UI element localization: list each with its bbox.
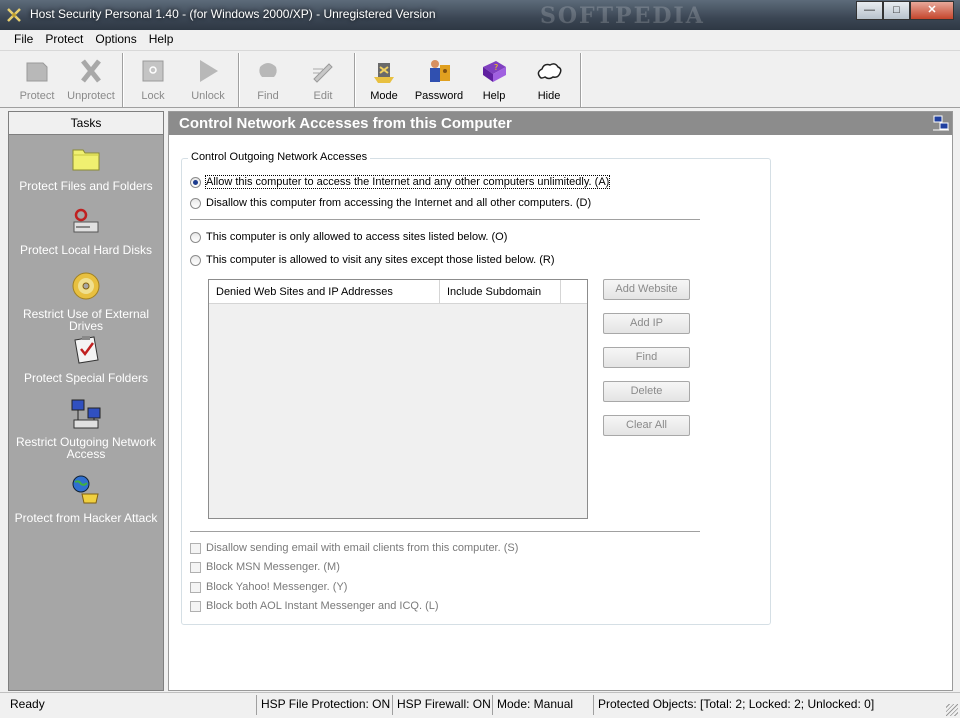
svg-text:?: ? bbox=[494, 63, 498, 72]
task-protect-disks[interactable]: Protect Local Hard Disks bbox=[9, 206, 163, 256]
checkbox[interactable] bbox=[190, 542, 201, 554]
minimize-button[interactable]: — bbox=[856, 1, 883, 20]
radio-disallow-all[interactable]: Disallow this computer from accessing th… bbox=[190, 197, 591, 209]
group-title: Control Outgoing Network Accesses bbox=[188, 151, 371, 163]
find-button[interactable]: Find bbox=[239, 55, 297, 105]
network-settings-icon[interactable] bbox=[932, 115, 950, 132]
checklist-icon bbox=[74, 336, 99, 364]
add-ip-button[interactable]: Add IP bbox=[603, 313, 690, 334]
cd-drive-icon bbox=[72, 272, 100, 300]
maximize-button[interactable]: □ bbox=[883, 1, 910, 20]
tasks-header: Tasks bbox=[9, 112, 163, 135]
close-button[interactable]: ✕ bbox=[910, 1, 954, 20]
lock-button[interactable]: Lock bbox=[124, 55, 182, 105]
password-icon bbox=[430, 60, 450, 82]
resize-grip[interactable] bbox=[946, 704, 958, 716]
globe-phone-icon bbox=[72, 475, 99, 504]
network-computers-icon bbox=[71, 399, 101, 429]
menu-options[interactable]: Options bbox=[89, 30, 142, 50]
radio-button[interactable] bbox=[190, 231, 201, 243]
unlock-button[interactable]: Unlock bbox=[179, 55, 237, 105]
hide-button[interactable]: Hide bbox=[520, 55, 578, 105]
column-header-subdomain[interactable]: Include Subdomain bbox=[440, 280, 561, 303]
checkbox[interactable] bbox=[190, 581, 201, 593]
hard-disk-icon bbox=[73, 208, 99, 233]
unprotect-button[interactable]: Unprotect bbox=[62, 55, 120, 105]
help-button[interactable]: ? Help bbox=[465, 55, 523, 105]
checkbox-block-aol-icq[interactable]: Block both AOL Instant Messenger and ICQ… bbox=[190, 600, 439, 612]
checkbox[interactable] bbox=[190, 600, 201, 612]
menu-help[interactable]: Help bbox=[143, 30, 180, 50]
mode-button[interactable]: Mode bbox=[355, 55, 413, 105]
main-panel: Control Network Accesses from this Compu… bbox=[168, 111, 953, 691]
find-icon bbox=[259, 63, 277, 77]
status-protected-objects: Protected Objects: [Total: 2; Locked: 2;… bbox=[593, 695, 874, 715]
radio-only-listed[interactable]: This computer is only allowed to access … bbox=[190, 231, 507, 243]
status-bar: Ready HSP File Protection: ON HSP Firewa… bbox=[0, 692, 960, 718]
radio-button[interactable] bbox=[190, 197, 201, 209]
checkbox-block-msn[interactable]: Block MSN Messenger. (M) bbox=[190, 561, 340, 573]
lock-icon bbox=[142, 60, 164, 82]
edit-icon bbox=[313, 63, 333, 83]
toolbar: Protect Unprotect Lock Unlock Find Edit … bbox=[0, 50, 960, 108]
protect-icon bbox=[26, 62, 48, 82]
unprotect-icon bbox=[81, 59, 101, 83]
menu-bar: File Protect Options Help bbox=[0, 30, 960, 50]
checkbox-disallow-email[interactable]: Disallow sending email with email client… bbox=[190, 542, 518, 554]
task-restrict-network[interactable]: Restrict Outgoing Network Access bbox=[9, 398, 163, 460]
radio-button[interactable] bbox=[190, 254, 201, 266]
task-hacker-attack[interactable]: Protect from Hacker Attack bbox=[9, 474, 163, 524]
menu-file[interactable]: File bbox=[8, 30, 39, 50]
clear-all-button[interactable]: Clear All bbox=[603, 415, 690, 436]
find-button-list[interactable]: Find bbox=[603, 347, 690, 368]
radio-button[interactable] bbox=[190, 176, 201, 188]
watermark-text: SOFTPEDIA bbox=[540, 3, 705, 29]
mode-icon bbox=[374, 63, 394, 83]
menu-protect[interactable]: Protect bbox=[39, 30, 89, 50]
divider bbox=[190, 531, 700, 533]
unlock-icon bbox=[200, 60, 218, 82]
add-website-button[interactable]: Add Website bbox=[603, 279, 690, 300]
column-header-sites[interactable]: Denied Web Sites and IP Addresses bbox=[209, 280, 440, 303]
folder-icon bbox=[72, 149, 100, 171]
radio-except-listed[interactable]: This computer is allowed to visit any si… bbox=[190, 254, 554, 266]
status-ready: Ready bbox=[10, 697, 45, 711]
password-button[interactable]: Password bbox=[410, 55, 468, 105]
radio-allow-unlimited[interactable]: Allow this computer to access the Intern… bbox=[190, 175, 611, 189]
denied-sites-list[interactable]: Denied Web Sites and IP Addresses Includ… bbox=[208, 279, 588, 519]
list-header: Denied Web Sites and IP Addresses Includ… bbox=[209, 280, 587, 304]
delete-button[interactable]: Delete bbox=[603, 381, 690, 402]
divider bbox=[190, 219, 700, 221]
task-protect-special-folders[interactable]: Protect Special Folders bbox=[9, 334, 163, 384]
title-bar: Host Security Personal 1.40 - (for Windo… bbox=[0, 0, 960, 30]
checkbox-block-yahoo[interactable]: Block Yahoo! Messenger. (Y) bbox=[190, 581, 347, 593]
protect-button[interactable]: Protect bbox=[8, 55, 66, 105]
app-icon bbox=[7, 8, 21, 22]
edit-button[interactable]: Edit bbox=[294, 55, 352, 105]
checkbox[interactable] bbox=[190, 561, 201, 573]
status-firewall: HSP Firewall: ON bbox=[392, 695, 491, 715]
tasks-sidebar: Tasks Protect Files and Folders Protect … bbox=[8, 111, 164, 691]
window-title: Host Security Personal 1.40 - (for Windo… bbox=[30, 7, 436, 21]
status-mode: Mode: Manual bbox=[492, 695, 573, 715]
task-protect-files[interactable]: Protect Files and Folders bbox=[9, 142, 163, 192]
outgoing-access-group: Control Outgoing Network Accesses Allow … bbox=[181, 151, 771, 625]
help-book-icon: ? bbox=[483, 61, 506, 82]
cloud-hide-icon bbox=[537, 63, 562, 80]
task-restrict-drives[interactable]: Restrict Use of External Drives bbox=[9, 270, 163, 332]
status-file-protection: HSP File Protection: ON bbox=[256, 695, 390, 715]
page-title: Control Network Accesses from this Compu… bbox=[169, 112, 952, 135]
